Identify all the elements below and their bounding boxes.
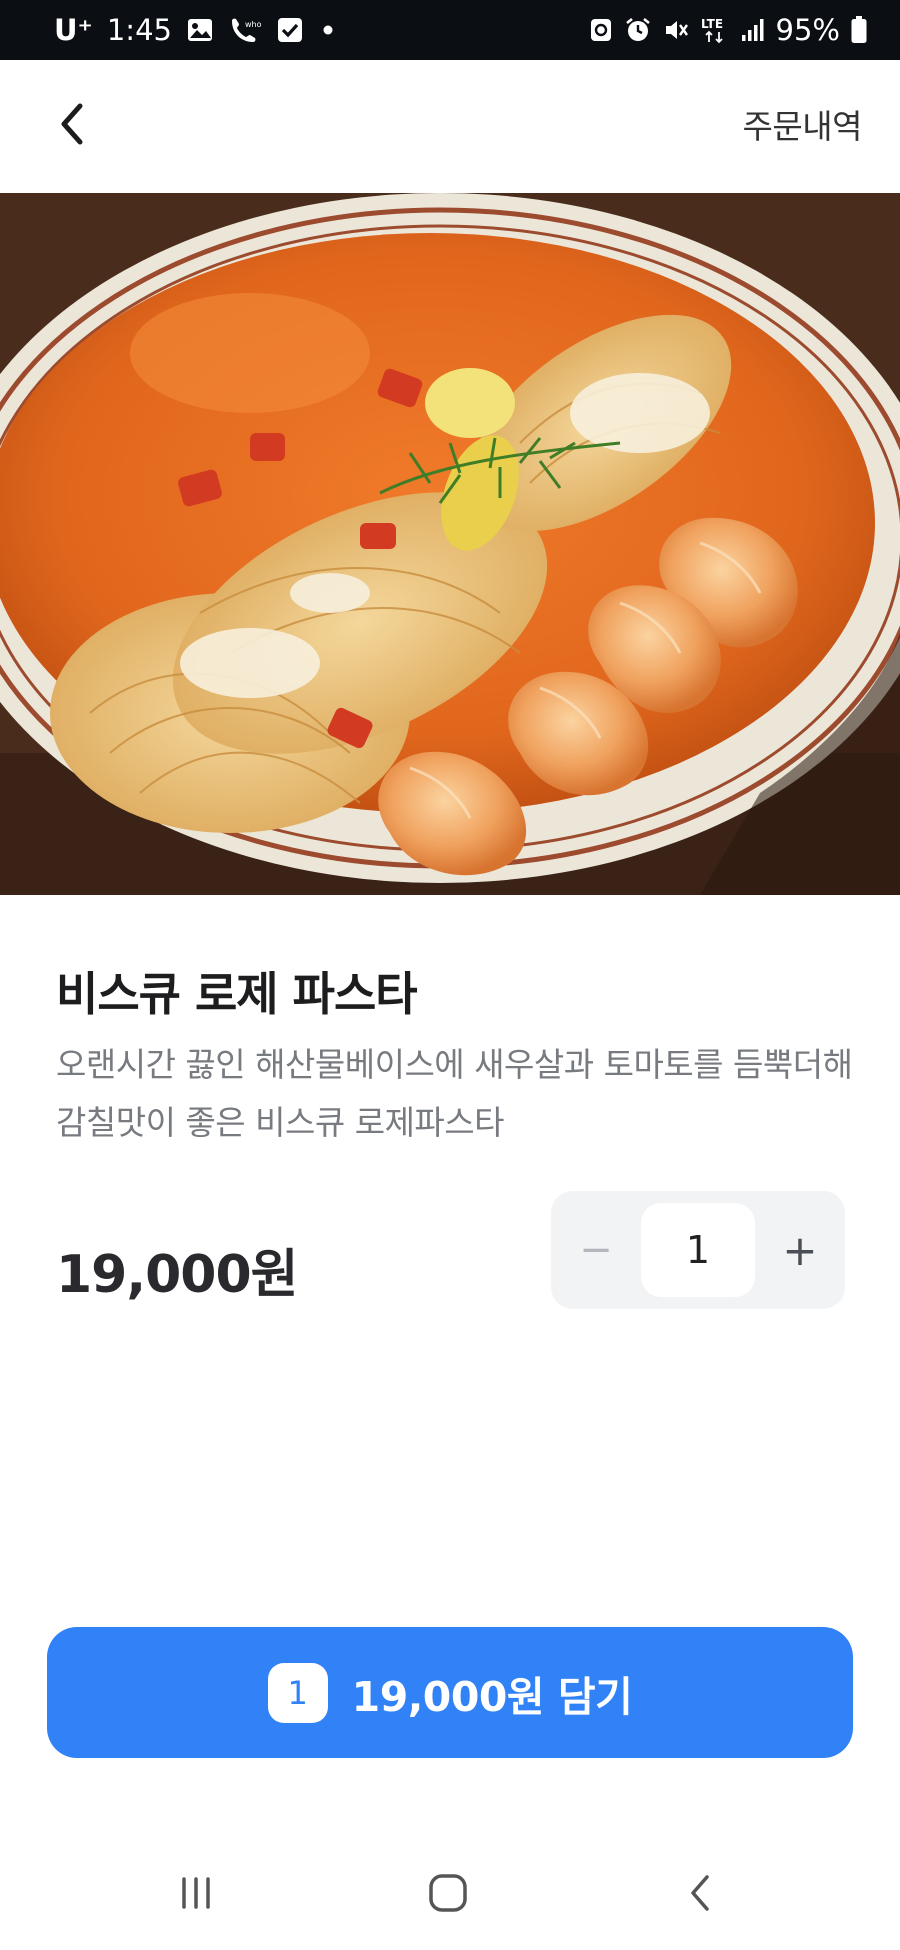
signal-icon <box>740 16 766 44</box>
back-button[interactable] <box>40 94 104 158</box>
decrease-quantity-button[interactable]: − <box>551 1191 641 1309</box>
home-button[interactable] <box>388 1840 508 1950</box>
order-history-link[interactable]: 주문내역 <box>743 100 863 148</box>
add-to-cart-label: 19,000원 담기 <box>351 1672 633 1721</box>
status-time: 1:45 <box>106 13 172 47</box>
add-to-cart-button[interactable]: 1 19,000원 담기 <box>47 1627 853 1758</box>
svg-text:who: who <box>245 20 262 29</box>
recent-apps-button[interactable] <box>136 1840 256 1950</box>
cart-count-badge: 1 <box>267 1662 328 1723</box>
dot-icon <box>318 20 338 40</box>
product-description: 오랜시간 끓인 해산물베이스에 새우살과 토마토를 듬뿍더해 감칠맛이 좋은 비… <box>56 1045 853 1142</box>
increase-quantity-button[interactable]: + <box>755 1191 845 1309</box>
system-back-button[interactable] <box>640 1840 760 1950</box>
lte-icon: LTE <box>700 15 730 45</box>
home-icon <box>426 1871 470 1919</box>
battery-icon <box>850 15 868 45</box>
carrier-label: U⁺ <box>54 13 93 47</box>
whowho-call-icon: who <box>228 15 262 45</box>
recycle-icon <box>588 16 614 44</box>
gallery-icon <box>186 16 214 44</box>
product-image <box>0 193 900 895</box>
mute-icon <box>662 16 690 44</box>
status-bar-left: U⁺ 1:45 who <box>54 0 338 60</box>
quantity-value: 1 <box>641 1203 755 1297</box>
header: 주문내역 <box>0 60 900 193</box>
product-name: 비스큐 로제 파스타 <box>56 967 418 1021</box>
alarm-icon <box>624 16 652 44</box>
system-nav-bar <box>0 1840 900 1950</box>
status-bar-right: LTE 95% <box>588 0 868 60</box>
quantity-stepper: − 1 + <box>551 1191 845 1309</box>
checkbox-icon <box>276 16 304 44</box>
product-price: 19,000원 <box>56 1245 299 1305</box>
svg-text:LTE: LTE <box>701 17 723 31</box>
chevron-left-icon <box>54 102 90 150</box>
status-bar: U⁺ 1:45 who LTE 95% <box>0 0 900 60</box>
battery-percent: 95% <box>775 13 840 47</box>
back-icon <box>685 1871 715 1919</box>
recent-apps-icon <box>176 1873 216 1917</box>
